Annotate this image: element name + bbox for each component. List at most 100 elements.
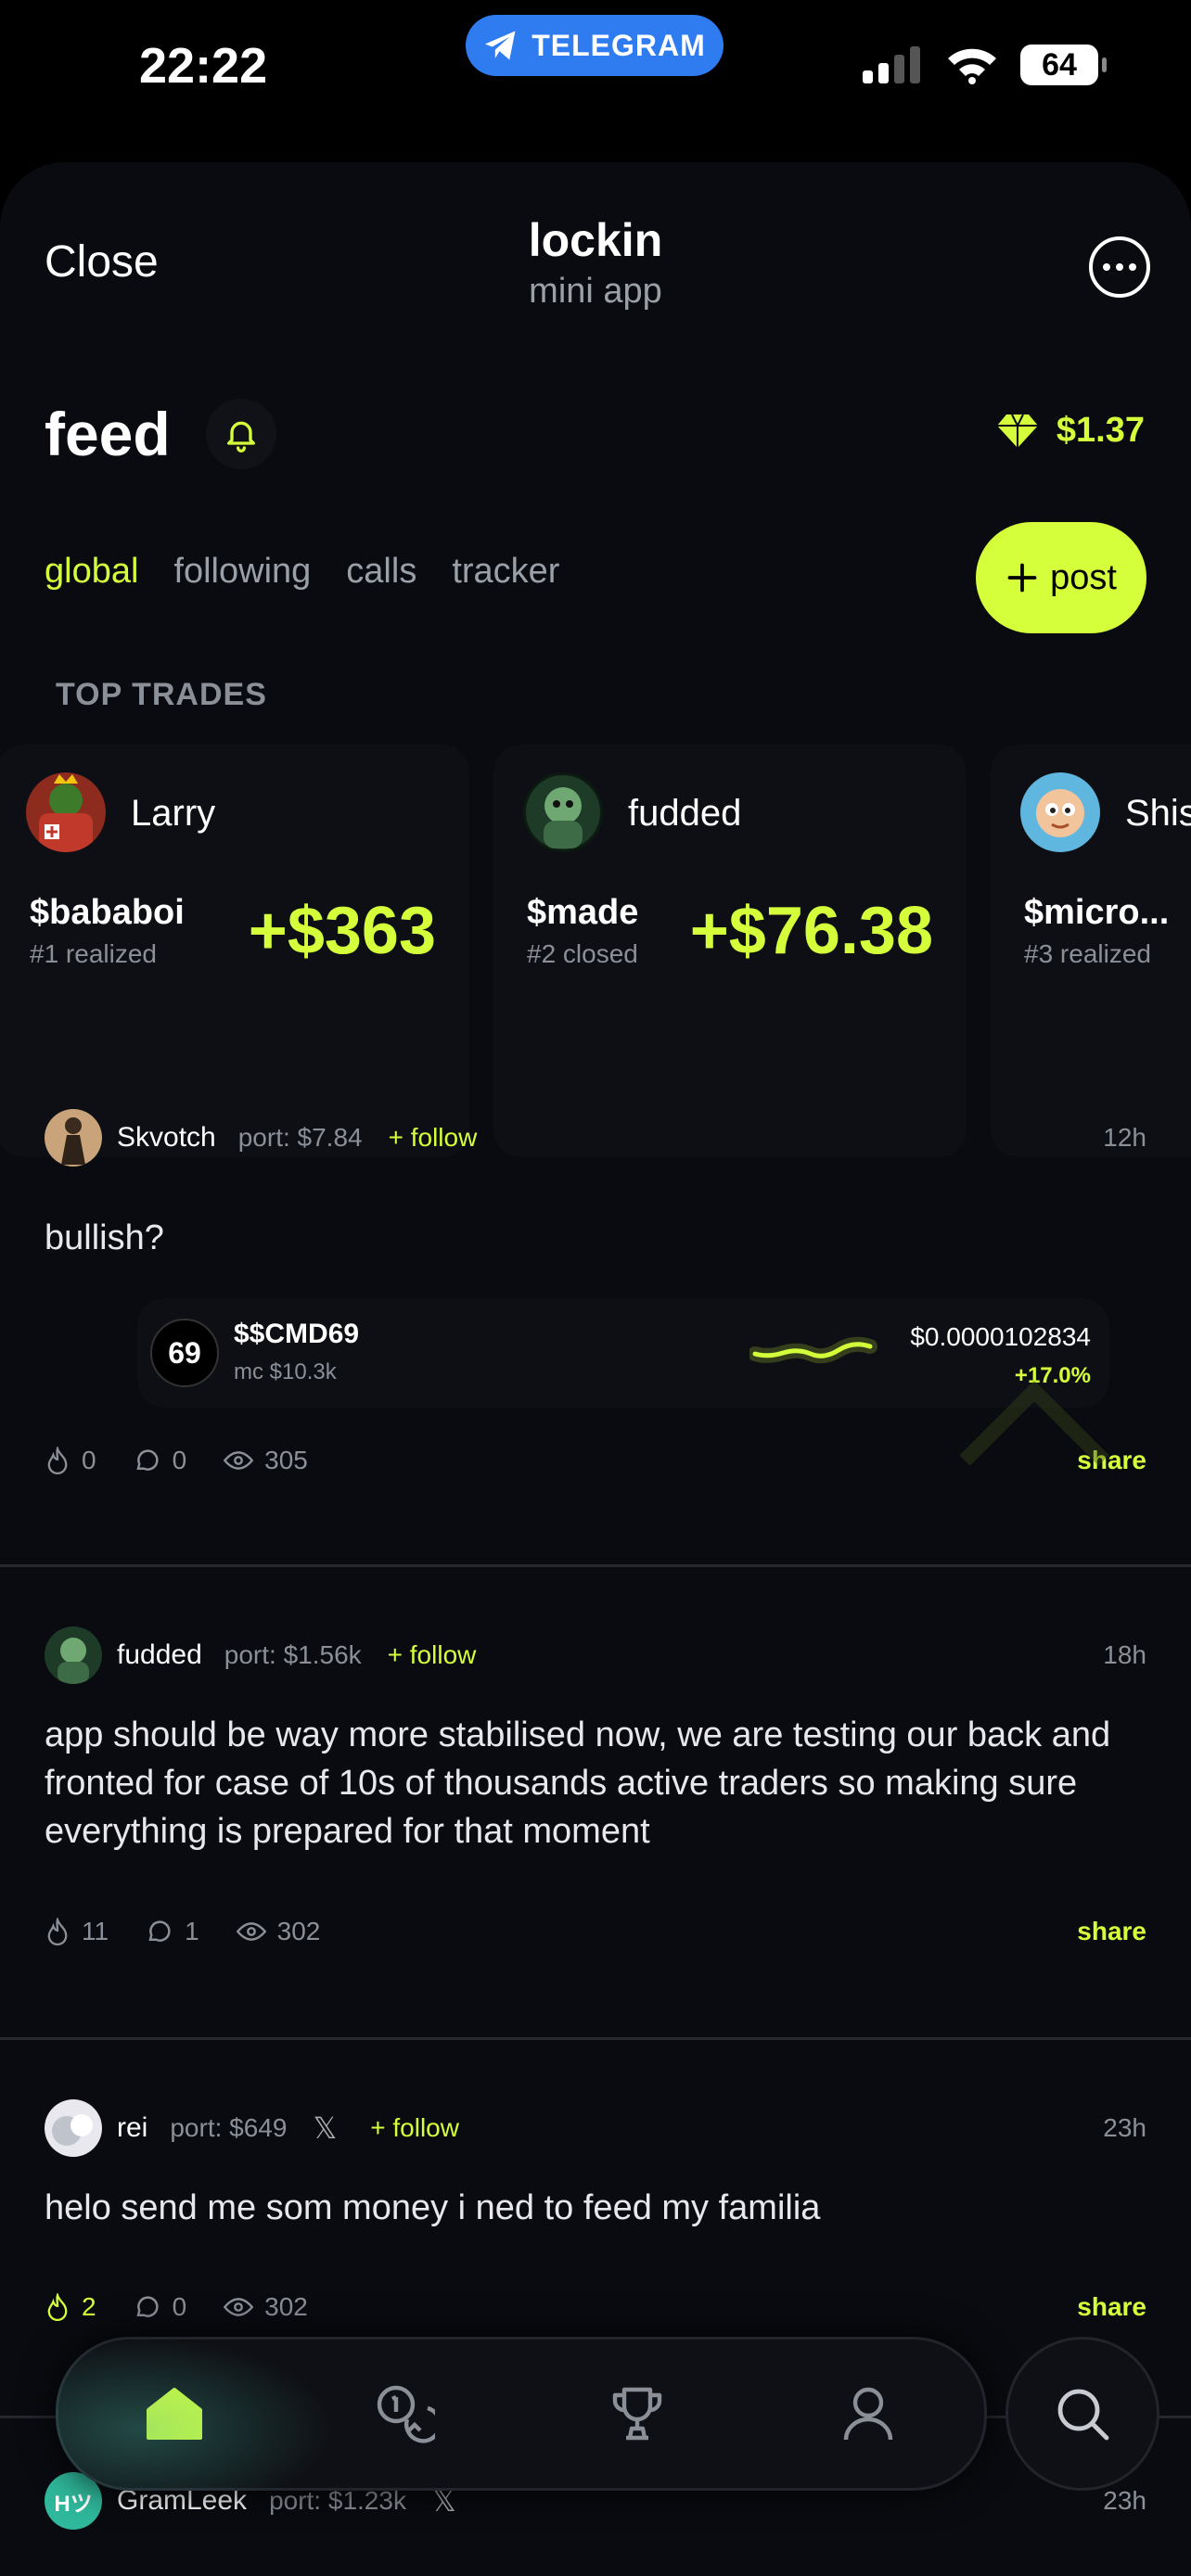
avatar[interactable] — [45, 1626, 102, 1684]
post-portfolio: port: $1.56k — [224, 1640, 362, 1669]
comment-count: 0 — [172, 1446, 187, 1474]
post-stats: 2 0 302 share — [45, 2284, 1146, 2330]
views: 302 — [224, 2292, 308, 2322]
trade-rank: #2 closed — [527, 939, 638, 968]
nav-trophy[interactable] — [582, 2358, 693, 2469]
follow-label: follow — [392, 2113, 459, 2142]
tab-tracker[interactable]: tracker — [452, 552, 559, 592]
top-trades-carousel[interactable]: Larry $bababoi #1 realized +$363 fudded … — [0, 745, 1191, 1162]
trade-user: Larry — [131, 793, 216, 834]
share-button[interactable]: share — [1077, 2292, 1146, 2322]
avatar — [523, 772, 603, 852]
post-text: app should be way more stabilised now, w… — [45, 1715, 1111, 1851]
like-count: 2 — [82, 2292, 96, 2321]
tab-calls[interactable]: calls — [346, 552, 416, 592]
trade-ticker: $micro... — [1024, 893, 1170, 932]
views: 305 — [224, 1446, 308, 1475]
follow-button[interactable]: + follow — [388, 1640, 477, 1670]
view-count: 302 — [276, 1917, 321, 1945]
balance-amount: $1.37 — [1056, 411, 1145, 450]
post-text: helo send me som money i ned to feed my … — [45, 2188, 821, 2227]
status-bar: 22:22 TELEGRAM 64 — [0, 0, 1191, 148]
home-icon — [146, 2388, 202, 2440]
notifications-button[interactable] — [206, 399, 276, 469]
post-username[interactable]: fudded — [117, 1639, 202, 1671]
signal-icon — [863, 46, 920, 83]
nav-home[interactable] — [119, 2358, 230, 2469]
telegram-label: TELEGRAM — [531, 28, 706, 62]
post-time: 23h — [1103, 2113, 1146, 2142]
comment-icon — [148, 1920, 171, 1942]
post-portfolio: port: $7.84 — [237, 1123, 363, 1152]
trade-pnl: +$363 — [248, 894, 436, 968]
nav-coins[interactable] — [350, 2358, 461, 2469]
flame-icon — [47, 2293, 68, 2321]
telegram-pill[interactable]: TELEGRAM — [466, 15, 724, 76]
share-button[interactable]: share — [1077, 1917, 1146, 1946]
token-logo: 69 — [150, 1319, 219, 1387]
like-button[interactable]: 2 — [45, 2292, 96, 2322]
tab-global[interactable]: global — [45, 552, 138, 592]
avatar[interactable] — [45, 2099, 102, 2157]
post-username[interactable]: Skvotch — [117, 1122, 216, 1154]
like-button[interactable]: 11 — [45, 1917, 109, 1946]
more-options-button[interactable] — [1089, 236, 1150, 298]
post-time: 23h — [1103, 2486, 1146, 2515]
trade-ticker: $bababoi — [30, 893, 185, 932]
follow-button[interactable]: + follow — [389, 1123, 478, 1153]
trade-rank: #1 realized — [30, 939, 157, 968]
trade-card[interactable]: fudded $made #2 closed +$76.38 — [493, 745, 967, 1157]
search-icon — [1057, 2389, 1109, 2441]
tab-following[interactable]: following — [173, 552, 311, 592]
wifi-icon — [948, 48, 996, 84]
comment-button[interactable]: 0 — [134, 1446, 187, 1475]
mini-app-sheet: Close lockin mini app feed $1.37 global … — [0, 162, 1191, 2576]
more-dot — [1116, 263, 1123, 271]
more-dot — [1103, 263, 1110, 271]
chevron-up-icon[interactable] — [955, 1377, 1113, 1470]
new-post-button[interactable]: post — [976, 522, 1146, 633]
post-time: 18h — [1103, 1640, 1146, 1669]
comment-count: 1 — [185, 1917, 199, 1945]
app-title: lockin — [528, 214, 663, 266]
trade-pnl: +$76.38 — [689, 894, 933, 968]
x-icon[interactable]: 𝕏 — [313, 2111, 337, 2146]
post-header: fudded port: $1.56k + follow 18h — [45, 1626, 1146, 1685]
like-button[interactable]: 0 — [45, 1446, 96, 1475]
bottom-nav — [56, 2337, 987, 2491]
post-text: bullish? — [45, 1218, 164, 1257]
follow-button[interactable]: + follow — [370, 2113, 459, 2143]
post-header: rei port: $649 𝕏 + follow 23h — [45, 2098, 1146, 2158]
comment-button[interactable]: 1 — [146, 1917, 199, 1946]
diamond-icon — [996, 414, 1038, 448]
trade-user: fudded — [628, 793, 742, 834]
like-count: 0 — [82, 1446, 96, 1474]
post-header: Skvotch port: $7.84 + follow 12h — [45, 1108, 1146, 1167]
follow-label: follow — [410, 1123, 478, 1152]
top-trades-label: TOP TRADES — [56, 677, 267, 712]
trophy-icon — [612, 2387, 661, 2441]
view-count: 302 — [264, 2292, 308, 2321]
avatar — [1020, 772, 1100, 852]
views: 302 — [236, 1917, 321, 1946]
flame-icon — [47, 1918, 68, 1945]
flame-icon — [47, 1447, 68, 1474]
trade-card[interactable]: Larry $bababoi #1 realized +$363 — [0, 745, 469, 1157]
like-count: 11 — [82, 1917, 109, 1945]
post-time: 12h — [1103, 1123, 1146, 1152]
nav-profile[interactable] — [813, 2358, 924, 2469]
comment-icon — [135, 2296, 159, 2317]
follow-label: follow — [409, 1640, 477, 1669]
bell-icon — [227, 421, 255, 453]
plus-icon — [1007, 563, 1037, 593]
trade-user: Shis — [1125, 793, 1191, 834]
comment-button[interactable]: 0 — [134, 2292, 186, 2322]
app-header: Close lockin mini app — [0, 162, 1191, 348]
trade-ticker: $made — [527, 893, 639, 932]
profile-icon — [844, 2387, 893, 2441]
search-button[interactable] — [1005, 2337, 1159, 2491]
post-username[interactable]: rei — [117, 2112, 147, 2144]
trade-card[interactable]: Shis $micro... #3 realized — [991, 745, 1191, 1157]
avatar[interactable] — [45, 1109, 102, 1167]
balance[interactable]: $1.37 — [995, 411, 1145, 451]
